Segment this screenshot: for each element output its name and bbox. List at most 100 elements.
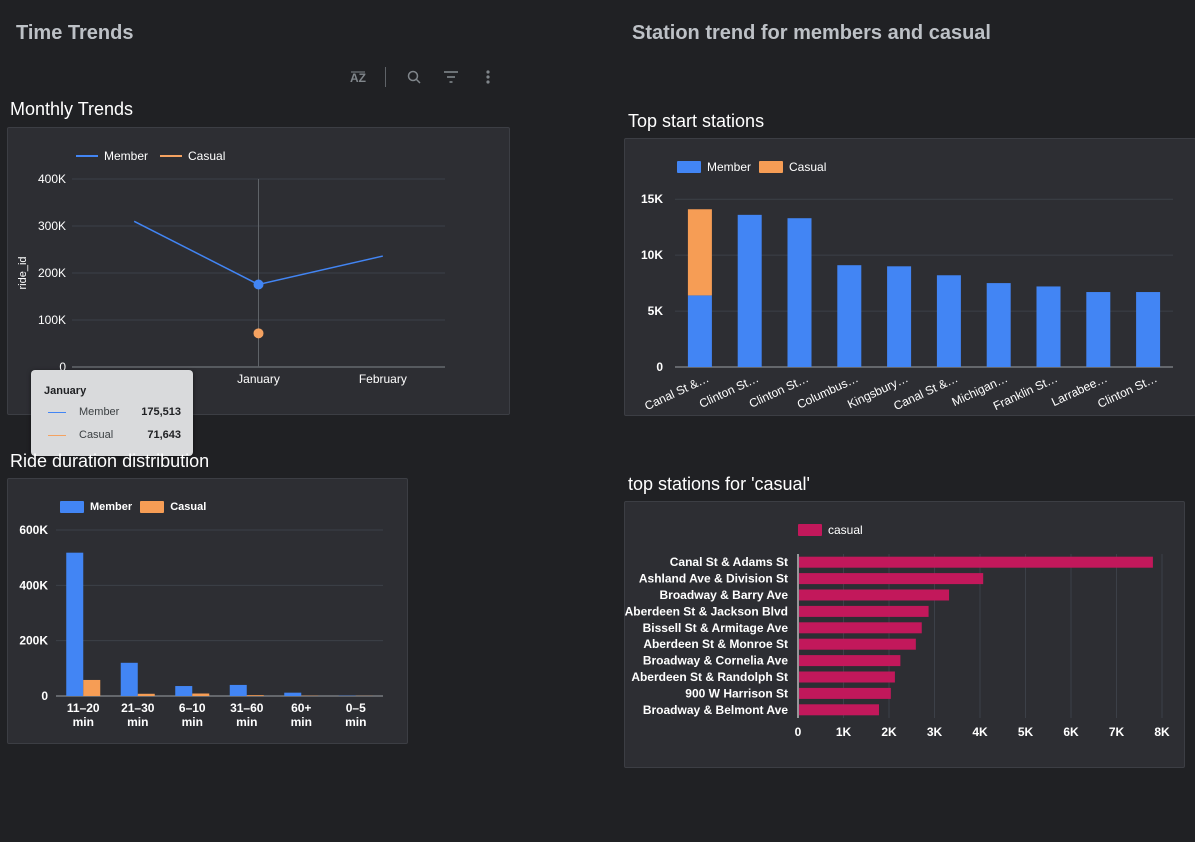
x-tick-label: February — [359, 372, 407, 386]
member-bar — [986, 283, 1011, 367]
x-tick-label: min — [345, 715, 366, 729]
left-section-title: Time Trends — [16, 22, 134, 44]
tooltip-title: January — [44, 385, 87, 397]
x-tick-label: 0–5 — [346, 701, 366, 715]
casual-bar — [799, 573, 984, 585]
casual-bar — [799, 687, 891, 699]
filter-icon[interactable] — [442, 67, 461, 87]
member-bar — [887, 266, 912, 367]
casual-bar — [799, 556, 1153, 568]
y-tick-label: Bissell St & Armitage Ave — [643, 621, 789, 635]
member-bar — [737, 214, 762, 367]
tooltip-row-member: Member 175,513 — [48, 406, 181, 418]
x-tick-label: 2K — [881, 725, 897, 739]
y-tick-label: 200K — [19, 634, 48, 648]
member-bar — [1136, 292, 1161, 367]
y-tick-label: 0 — [41, 689, 48, 703]
member-bar — [66, 552, 84, 696]
casual-bar — [246, 695, 264, 696]
y-tick-label: Aberdeen St & Monroe St — [643, 637, 788, 651]
tooltip-row-casual: Casual 71,643 — [48, 429, 181, 441]
top-casual-chart-card[interactable]: casual 0 1K 2K 3K 4K 5K 6K 7K 8K Canal St & Adams… — [624, 501, 1185, 768]
chart-toolbar: AZ — [348, 64, 498, 90]
svg-text:AZ: AZ — [350, 71, 366, 85]
casual-bar — [137, 693, 155, 696]
x-tick-label: 3K — [927, 725, 943, 739]
member-bar — [837, 265, 862, 367]
x-tick-label: 11–20 — [67, 701, 100, 715]
x-tick-label: 6K — [1063, 725, 1079, 739]
x-tick-label: 7K — [1109, 725, 1125, 739]
y-tick-label: 200K — [38, 266, 66, 280]
casual-bar — [799, 704, 879, 716]
more-vert-icon[interactable] — [479, 67, 498, 87]
y-tick-label: 0 — [656, 360, 663, 374]
x-tick-label: 8K — [1154, 725, 1170, 739]
casual-point — [253, 328, 264, 339]
casual-bar — [799, 671, 895, 683]
x-tick-label: min — [73, 715, 94, 729]
toolbar-divider — [385, 67, 387, 87]
top-start-chart-card[interactable]: Member Casual 0 5K 10K 15K Canal St &… Clinto… — [624, 138, 1195, 416]
tooltip-swatch — [48, 434, 66, 436]
member-bar — [1086, 292, 1111, 367]
y-tick-label: Broadway & Belmont Ave — [643, 703, 788, 717]
x-tick-label: 4K — [972, 725, 988, 739]
casual-bar — [687, 209, 712, 296]
casual-bar — [799, 589, 950, 601]
x-tick-label: 6–10 — [179, 701, 206, 715]
x-tick-label: min — [127, 715, 148, 729]
x-tick-label: 21–30 — [121, 701, 155, 715]
top-start-chart-title: Top start stations — [628, 111, 765, 131]
top-start-bar-chart[interactable]: 05K10K15KCanal St &…Clinton St…Clinton S… — [625, 139, 1195, 415]
member-bar — [120, 662, 138, 696]
duration-chart-title: Ride duration distribution — [10, 451, 210, 471]
member-bar — [229, 684, 247, 696]
top-casual-chart-title: top stations for 'casual' — [628, 474, 810, 494]
casual-bar — [83, 679, 101, 696]
tooltip-value: 175,513 — [141, 406, 181, 418]
y-tick-label: Broadway & Cornelia Ave — [643, 654, 788, 668]
x-tick-label: 60+ — [291, 701, 311, 715]
member-bar — [687, 295, 712, 367]
y-tick-label: 900 W Harrison St — [685, 686, 788, 700]
y-tick-label: Aberdeen St & Jackson Blvd — [625, 604, 788, 618]
x-tick-label: 5K — [1018, 725, 1034, 739]
y-tick-label: 100K — [38, 313, 66, 327]
casual-bar — [799, 655, 901, 667]
zoom-icon[interactable] — [404, 67, 423, 87]
x-tick-label: January — [237, 372, 280, 386]
hover-tooltip: January Member 175,513 Casual 71,643 — [31, 370, 193, 456]
tooltip-series-name: Member — [79, 406, 120, 418]
x-tick-label: min — [182, 715, 203, 729]
y-tick-label: 300K — [38, 219, 66, 233]
y-axis-label: ride_id — [17, 256, 29, 289]
y-tick-label: 10K — [641, 248, 663, 262]
casual-bar — [799, 605, 929, 617]
y-tick-label: 400K — [38, 172, 66, 186]
right-section-title: Station trend for members and casual — [632, 22, 991, 44]
member-bar — [284, 692, 302, 696]
x-tick-label: min — [291, 715, 312, 729]
member-bar — [1036, 286, 1061, 367]
tooltip-series-name: Casual — [79, 429, 114, 441]
tooltip-value: 71,643 — [147, 429, 181, 441]
duration-chart-card[interactable]: Member Casual 0 200K 400K 600K 11–20 min 21–30… — [7, 478, 408, 744]
member-point — [253, 279, 264, 290]
y-tick-label: 5K — [648, 304, 664, 318]
y-tick-label: Ashland Ave & Division St — [639, 572, 788, 586]
top-casual-bar-chart[interactable]: 0 1K 2K 3K 4K 5K 6K 7K 8K Canal St & Adams St Ashl… — [625, 502, 1184, 767]
x-tick-label: 1K — [836, 725, 852, 739]
sort-az-icon[interactable]: AZ — [348, 67, 367, 87]
monthly-chart-title: Monthly Trends — [10, 99, 134, 119]
y-tick-label: Aberdeen St & Randolph St — [631, 670, 788, 684]
casual-bar — [799, 638, 916, 650]
casual-bar — [799, 622, 922, 634]
casual-bar — [192, 693, 210, 696]
member-bar — [175, 686, 193, 696]
member-bar — [936, 275, 961, 367]
y-tick-label: 600K — [19, 523, 48, 537]
member-bar — [787, 218, 812, 367]
duration-bar-chart[interactable]: 0200K400K600K11–20min21–30min6–10min31–6… — [8, 479, 407, 743]
tooltip-swatch — [48, 411, 66, 413]
